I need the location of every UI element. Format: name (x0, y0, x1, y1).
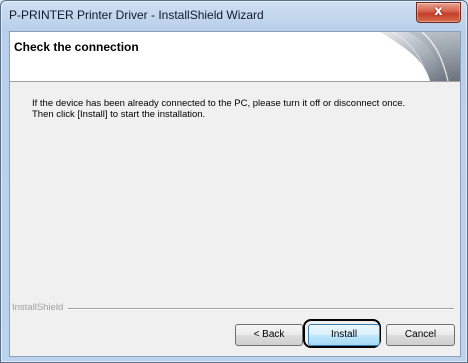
close-button[interactable]: x (416, 2, 461, 23)
instructions-line-1: If the device has been already connected… (32, 98, 406, 109)
instructions-text: If the device has been already connected… (32, 98, 452, 120)
install-button[interactable]: Install (308, 324, 380, 346)
instructions-line-2: Then click [Install] to start the instal… (32, 109, 206, 120)
cancel-button[interactable]: Cancel (386, 324, 455, 346)
window-title: P-PRINTER Printer Driver - InstallShield… (9, 8, 264, 22)
page-title: Check the connection (14, 40, 139, 54)
installer-window: P-PRINTER Printer Driver - InstallShield… (0, 0, 468, 363)
installshield-header-graphic (380, 32, 460, 81)
close-icon: x (434, 4, 443, 19)
installshield-brand-label: InstallShield (12, 302, 64, 313)
footer-divider (68, 308, 454, 310)
wizard-header-panel: Check the connection (10, 32, 460, 82)
wizard-client-area: Check the connection If the device has b… (9, 31, 461, 357)
back-button[interactable]: < Back (235, 324, 303, 346)
title-bar[interactable]: P-PRINTER Printer Driver - InstallShield… (1, 1, 467, 31)
